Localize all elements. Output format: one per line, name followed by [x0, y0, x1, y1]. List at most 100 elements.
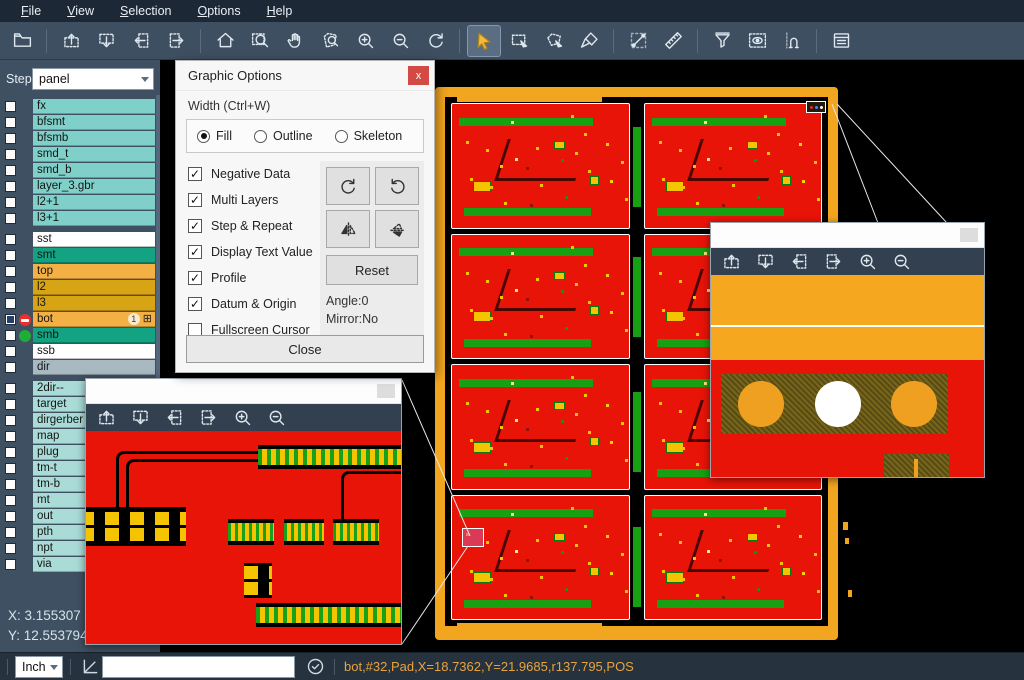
- shift-down-button[interactable]: [128, 406, 152, 430]
- layer-name[interactable]: smb: [33, 328, 155, 343]
- unit-select[interactable]: Inch: [15, 656, 63, 678]
- rotate-ccw-button[interactable]: [375, 167, 419, 205]
- menu-file[interactable]: File: [10, 2, 52, 20]
- layer-name[interactable]: bot1⊞: [33, 312, 155, 327]
- layer-visibility-checkbox[interactable]: [5, 447, 16, 458]
- ruler-button[interactable]: [657, 26, 689, 56]
- zoom-previous-button[interactable]: [419, 26, 451, 56]
- layer-visibility-checkbox[interactable]: [5, 362, 16, 373]
- shift-right-button[interactable]: [160, 26, 192, 56]
- shift-down-button[interactable]: [90, 26, 122, 56]
- menu-options[interactable]: Options: [186, 2, 251, 20]
- magnifier2-view[interactable]: [711, 275, 984, 477]
- shift-up-button[interactable]: [55, 26, 87, 56]
- measure-button[interactable]: [622, 26, 654, 56]
- layer-name[interactable]: sst: [33, 232, 155, 247]
- layer-row-smd_t[interactable]: smd_t: [0, 147, 160, 162]
- open-folder-button[interactable]: [6, 26, 38, 56]
- close-icon[interactable]: x: [408, 66, 429, 85]
- layer-visibility-checkbox[interactable]: [5, 415, 16, 426]
- layer-name[interactable]: l2: [33, 280, 155, 295]
- layer-row-smb[interactable]: smb: [0, 328, 160, 343]
- zoom-out-button[interactable]: [384, 26, 416, 56]
- magnifier-window-2[interactable]: [710, 222, 985, 478]
- zoom-in-button[interactable]: [230, 406, 254, 430]
- layer-visibility-checkbox[interactable]: [5, 117, 16, 128]
- zoom-out-button[interactable]: [264, 406, 288, 430]
- zoom-out-button[interactable]: [889, 250, 913, 274]
- layer-row-l3[interactable]: l3: [0, 296, 160, 311]
- layer-row-layer_3.gbr[interactable]: layer_3.gbr: [0, 179, 160, 194]
- layer-visibility-checkbox[interactable]: [5, 330, 16, 341]
- checkbox-datum-origin[interactable]: ✓Datum & Origin: [188, 291, 313, 317]
- zoom-window-button[interactable]: [244, 26, 276, 56]
- view-eye-button[interactable]: [741, 26, 773, 56]
- snap-magnet-button[interactable]: [776, 26, 808, 56]
- poly-select-button[interactable]: [538, 26, 570, 56]
- layer-row-sst[interactable]: sst: [0, 232, 160, 247]
- radio-fill[interactable]: Fill: [197, 129, 232, 143]
- select-cursor-button[interactable]: [468, 26, 500, 56]
- layer-visibility-checkbox[interactable]: [5, 383, 16, 394]
- layer-visibility-checkbox[interactable]: [5, 101, 16, 112]
- layer-row-l2+1[interactable]: l2+1: [0, 195, 160, 210]
- layer-name[interactable]: smt: [33, 248, 155, 263]
- shift-left-button[interactable]: [125, 26, 157, 56]
- checkbox-display-text-value[interactable]: ✓Display Text Value: [188, 239, 313, 265]
- layer-name[interactable]: l3+1: [33, 211, 155, 226]
- layer-visibility-checkbox[interactable]: [5, 298, 16, 309]
- layer-visibility-checkbox[interactable]: [5, 559, 16, 570]
- checkbox-profile[interactable]: ✓Profile: [188, 265, 313, 291]
- layer-row-bot[interactable]: bot1⊞: [0, 312, 160, 327]
- layer-row-l2[interactable]: l2: [0, 280, 160, 295]
- layer-visibility-checkbox[interactable]: [5, 314, 16, 325]
- layer-name[interactable]: layer_3.gbr: [33, 179, 155, 194]
- home-button[interactable]: [209, 26, 241, 56]
- layer-name[interactable]: ssb: [33, 344, 155, 359]
- layer-visibility-checkbox[interactable]: [5, 133, 16, 144]
- filter-button[interactable]: [706, 26, 738, 56]
- layer-row-dir[interactable]: dir: [0, 360, 160, 375]
- radio-outline[interactable]: Outline: [254, 129, 313, 143]
- magnifier2-titlebar[interactable]: [711, 223, 984, 248]
- layer-visibility-checkbox[interactable]: [5, 213, 16, 224]
- window-button[interactable]: [377, 384, 395, 398]
- layer-row-smt[interactable]: smt: [0, 248, 160, 263]
- magnifier1-view[interactable]: [86, 431, 401, 644]
- layer-row-bfsmt[interactable]: bfsmt: [0, 115, 160, 130]
- layer-name[interactable]: l3: [33, 296, 155, 311]
- layer-visibility-checkbox[interactable]: [5, 527, 16, 538]
- layer-visibility-checkbox[interactable]: [5, 431, 16, 442]
- layer-row-l3+1[interactable]: l3+1: [0, 211, 160, 226]
- layer-visibility-checkbox[interactable]: [5, 463, 16, 474]
- layer-visibility-checkbox[interactable]: [5, 282, 16, 293]
- zoom-area-button[interactable]: [314, 26, 346, 56]
- layer-visibility-checkbox[interactable]: [5, 266, 16, 277]
- layer-visibility-checkbox[interactable]: [5, 250, 16, 261]
- corner-arrow-icon[interactable]: [78, 656, 102, 677]
- rect-select-button[interactable]: [503, 26, 535, 56]
- layer-visibility-checkbox[interactable]: [5, 197, 16, 208]
- layer-row-top[interactable]: top: [0, 264, 160, 279]
- magnifier-window-1[interactable]: [85, 378, 402, 645]
- radio-skeleton[interactable]: Skeleton: [335, 129, 403, 143]
- window-button[interactable]: [960, 228, 978, 242]
- layer-row-smd_b[interactable]: smd_b: [0, 163, 160, 178]
- flip-horizontal-button[interactable]: [326, 210, 370, 248]
- sync-check-icon[interactable]: [303, 656, 327, 677]
- shift-left-button[interactable]: [162, 406, 186, 430]
- clear-brush-button[interactable]: [573, 26, 605, 56]
- layer-name[interactable]: bfsmb: [33, 131, 155, 146]
- dialog-titlebar[interactable]: Graphic Options x: [176, 61, 434, 91]
- checkbox-step-repeat[interactable]: ✓Step & Repeat: [188, 213, 313, 239]
- pan-hand-button[interactable]: [279, 26, 311, 56]
- layer-visibility-checkbox[interactable]: [5, 346, 16, 357]
- layer-visibility-checkbox[interactable]: [5, 149, 16, 160]
- step-select[interactable]: panel: [32, 68, 154, 90]
- flip-vertical-button[interactable]: [375, 210, 419, 248]
- layer-visibility-checkbox[interactable]: [5, 181, 16, 192]
- layer-name[interactable]: l2+1: [33, 195, 155, 210]
- shift-up-button[interactable]: [719, 250, 743, 274]
- layer-row-bfsmb[interactable]: bfsmb: [0, 131, 160, 146]
- zoom-in-button[interactable]: [349, 26, 381, 56]
